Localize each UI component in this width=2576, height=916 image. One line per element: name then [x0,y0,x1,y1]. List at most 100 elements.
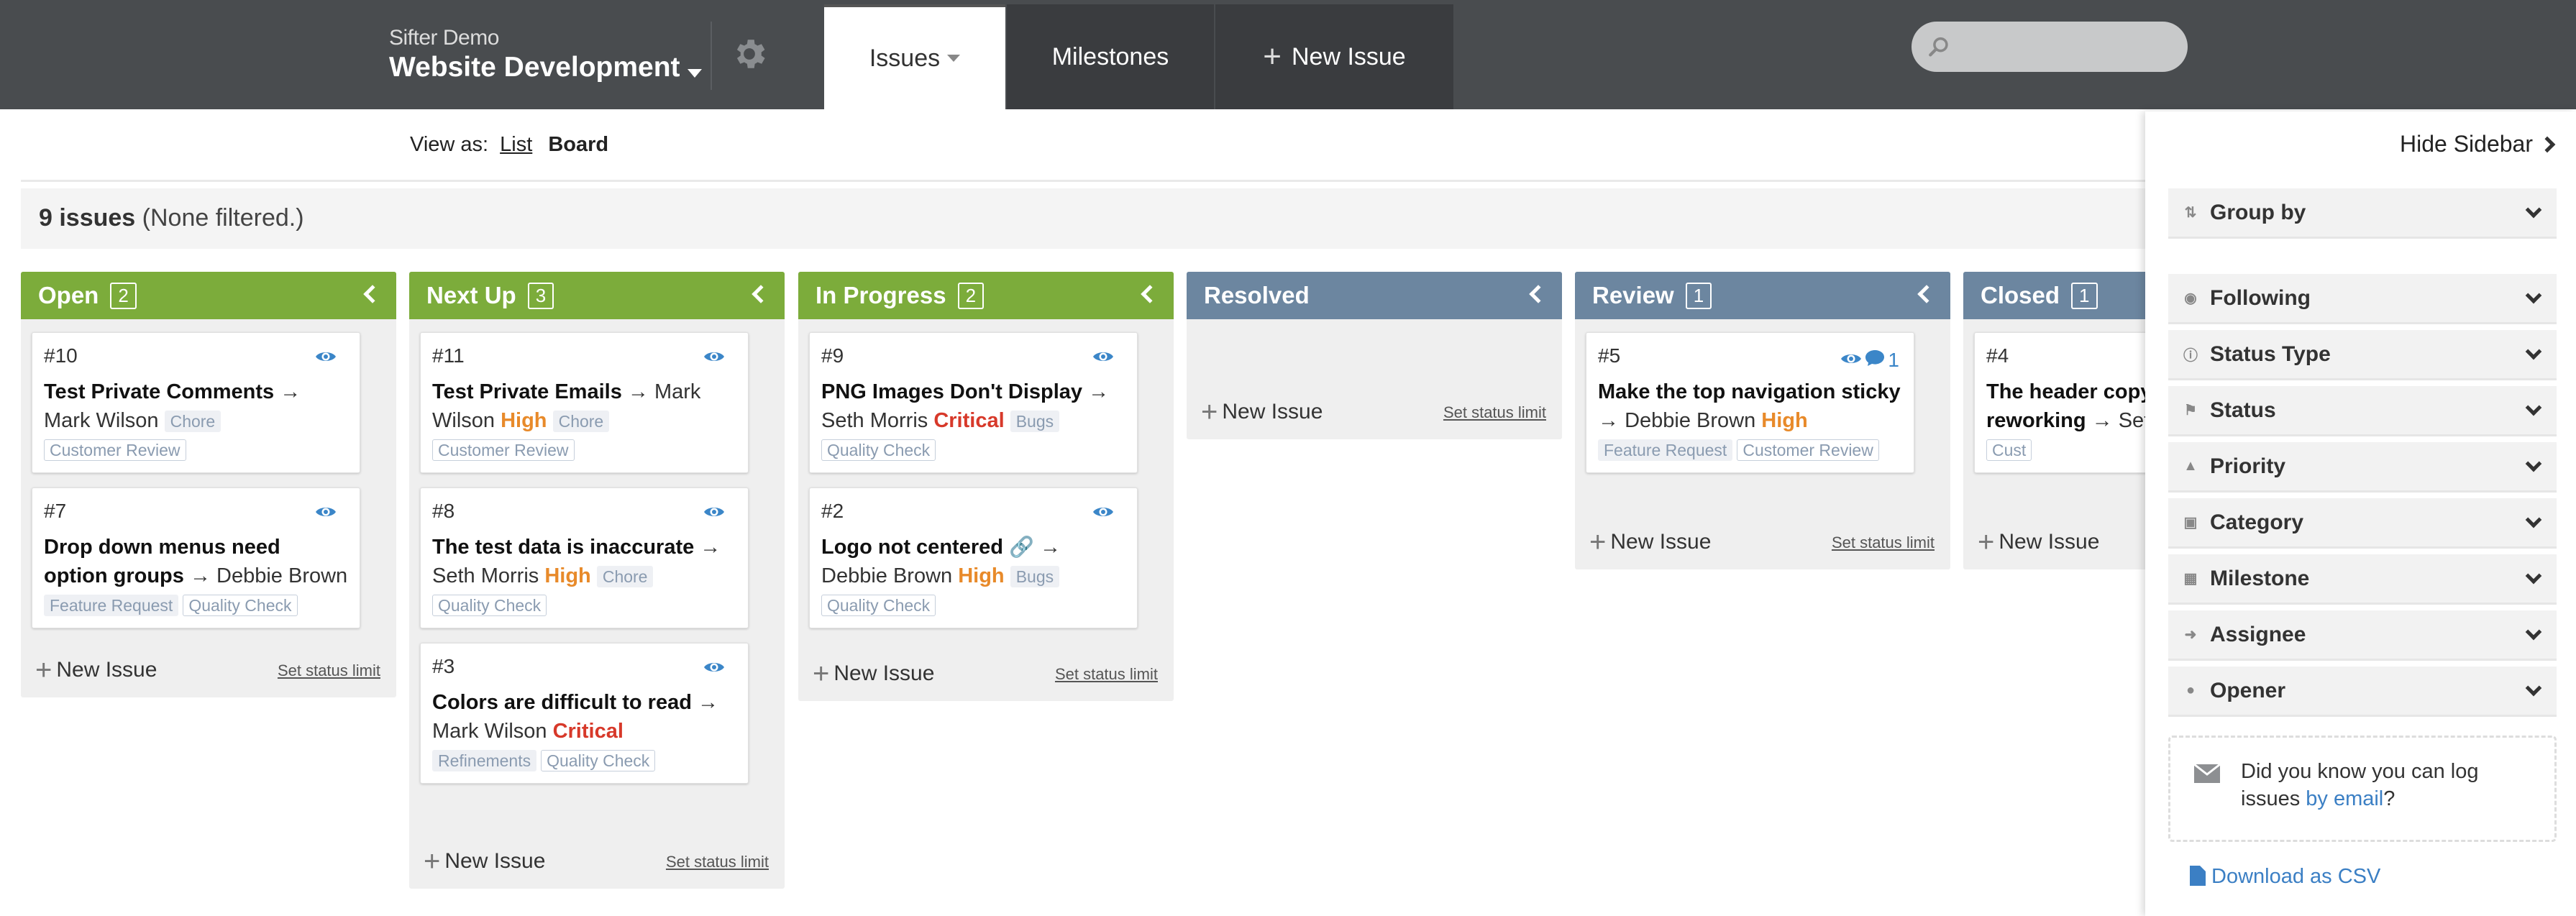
eye-icon[interactable] [315,504,337,523]
issue-card[interactable]: #5 1 Make the top navigation sticky → Deb… [1586,332,1914,473]
filter-status[interactable]: ⚑ Status [2168,386,2557,436]
column-new-issue-button[interactable]: + New Issue [424,846,545,878]
download-csv-link[interactable]: Download as CSV [2190,865,2380,889]
warning-icon: ▲ [2183,458,2198,474]
priority-label: High [501,409,547,432]
tab-issues[interactable]: Issues [824,4,1005,109]
category-tag: Quality Check [821,595,936,617]
column-footer: +New Issue Set status limit [1575,512,1950,569]
caret-down-icon [687,68,702,78]
email-tip: Did you know you can log issues by email… [2168,736,2557,842]
chevron-right-icon [2539,136,2556,153]
new-issue-label: New Issue [1999,530,2100,554]
assignee-name: Seth Morris [432,564,539,587]
column-title: Next Up [426,282,516,308]
eye-icon[interactable] [703,349,725,368]
issue-number: #8 [432,500,455,522]
issue-card[interactable]: #3 Colors are difficult to read → Mark Wi… [420,643,749,784]
filter-category[interactable]: ▣ Category [2168,498,2557,549]
comment-icon [1865,350,1885,366]
eye-icon[interactable] [1092,504,1114,523]
eye-icon[interactable] [1092,349,1114,368]
issue-count: 9 issues [39,204,136,232]
org-name: Sifter Demo [389,26,499,50]
filter-group-by[interactable]: ⇅ Group by [2168,188,2557,239]
eye-icon[interactable] [703,659,725,679]
file-icon [2190,866,2206,886]
gear-icon[interactable] [730,35,769,73]
caret-down-icon [947,55,961,62]
column-header: In Progress 2 [798,272,1174,319]
collapse-chevron-icon[interactable] [1141,285,1159,303]
set-status-limit-link[interactable]: Set status limit [1832,533,1935,552]
card-list [1187,319,1562,359]
filter-label: Following [2210,285,2311,310]
issue-card[interactable]: #10 Test Private Comments → Mark Wilson C… [32,332,360,473]
category-tag: Customer Review [432,439,575,462]
search-icon [1929,37,1948,57]
filter-label: Opener [2210,678,2286,702]
collapse-chevron-icon[interactable] [363,285,382,303]
issue-card[interactable]: #8 The test data is inaccurate → Seth Mor… [420,487,749,628]
category-tag: Quality Check [541,750,656,772]
filter-label: Assignee [2210,622,2306,646]
priority-label: High [958,564,1005,587]
card-title: PNG Images Don't Display [821,380,1083,403]
new-issue-label: New Issue [1291,42,1406,70]
project-switcher[interactable]: Sifter Demo Website Development [389,26,702,83]
issue-card[interactable]: #11 Test Private Emails → Mark Wilson Hig… [420,332,749,473]
view-list-link[interactable]: List [500,133,532,156]
tab-milestones[interactable]: Milestones [1007,4,1214,109]
collapse-chevron-icon[interactable] [1529,285,1548,303]
issue-number: #11 [432,344,465,367]
set-status-limit-link[interactable]: Set status limit [1055,665,1158,684]
category-tag: Feature Request [1598,439,1733,462]
collapse-chevron-icon[interactable] [1917,285,1936,303]
issue-number: #10 [44,344,78,367]
column-new-issue-button[interactable]: + New Issue [35,654,157,687]
filter-label: Status Type [2210,342,2331,366]
hide-sidebar-button[interactable]: Hide Sidebar [2400,131,2556,157]
column-new-issue-button[interactable]: + New Issue [1978,526,2099,559]
filter-priority[interactable]: ▲ Priority [2168,442,2557,493]
search-input[interactable] [1912,22,2188,72]
plus-icon: + [1978,526,1995,558]
set-status-limit-link[interactable]: Set status limit [666,853,769,871]
filter-opener[interactable]: ● Opener [2168,667,2557,717]
envelope-icon [2193,764,2221,783]
eye-icon: ◉ [2184,290,2197,306]
new-issue-button[interactable]: + New Issue [1215,4,1453,109]
collapse-chevron-icon[interactable] [752,285,770,303]
category-tag: Customer Review [1737,439,1879,462]
filter-label: Milestone [2210,566,2310,590]
eye-icon[interactable] [315,349,337,368]
by-email-link[interactable]: by email [2306,787,2383,810]
card-title: Test Private Comments [44,380,275,403]
eye-icon[interactable] [703,504,725,523]
set-status-limit-link[interactable]: Set status limit [278,661,380,680]
filter-assignee[interactable]: ➜ Assignee [2168,610,2557,661]
chevron-down-icon [2525,511,2542,528]
issue-card[interactable]: #9 PNG Images Don't Display → Seth Morris… [809,332,1138,473]
column-1: Next Up 3 #11 Test Private Emails → Mark Wi… [409,272,785,889]
issue-card[interactable]: #2 Logo not centered 🔗 → Debbie Brown Hig… [809,487,1138,628]
column-title: Open [38,282,99,308]
column-count-badge: 3 [527,282,554,309]
card-list: #5 1 Make the top navigation sticky → Deb… [1575,319,1950,473]
column-new-issue-button[interactable]: + New Issue [1589,526,1711,559]
set-status-limit-link[interactable]: Set status limit [1443,403,1546,422]
issue-card[interactable]: #7 Drop down menus need option groups → D… [32,487,360,628]
issue-number: #2 [821,500,844,522]
card-title: Test Private Emails [432,380,622,403]
filter-milestone[interactable]: ▦ Milestone [2168,554,2557,605]
category-tag: Chore [552,411,610,433]
sort-icon: ⇅ [2184,205,2197,221]
column-new-issue-button[interactable]: + New Issue [1201,396,1323,429]
filter-following[interactable]: ◉ Following [2168,274,2557,324]
filter-status-type[interactable]: ⓘ Status Type [2168,330,2557,380]
flag-icon: ⚑ [2184,403,2197,418]
card-title: Logo not centered [821,536,1003,559]
column-new-issue-button[interactable]: + New Issue [813,658,934,690]
new-issue-label: New Issue [444,849,546,873]
category-tag: Bugs [1010,411,1060,433]
